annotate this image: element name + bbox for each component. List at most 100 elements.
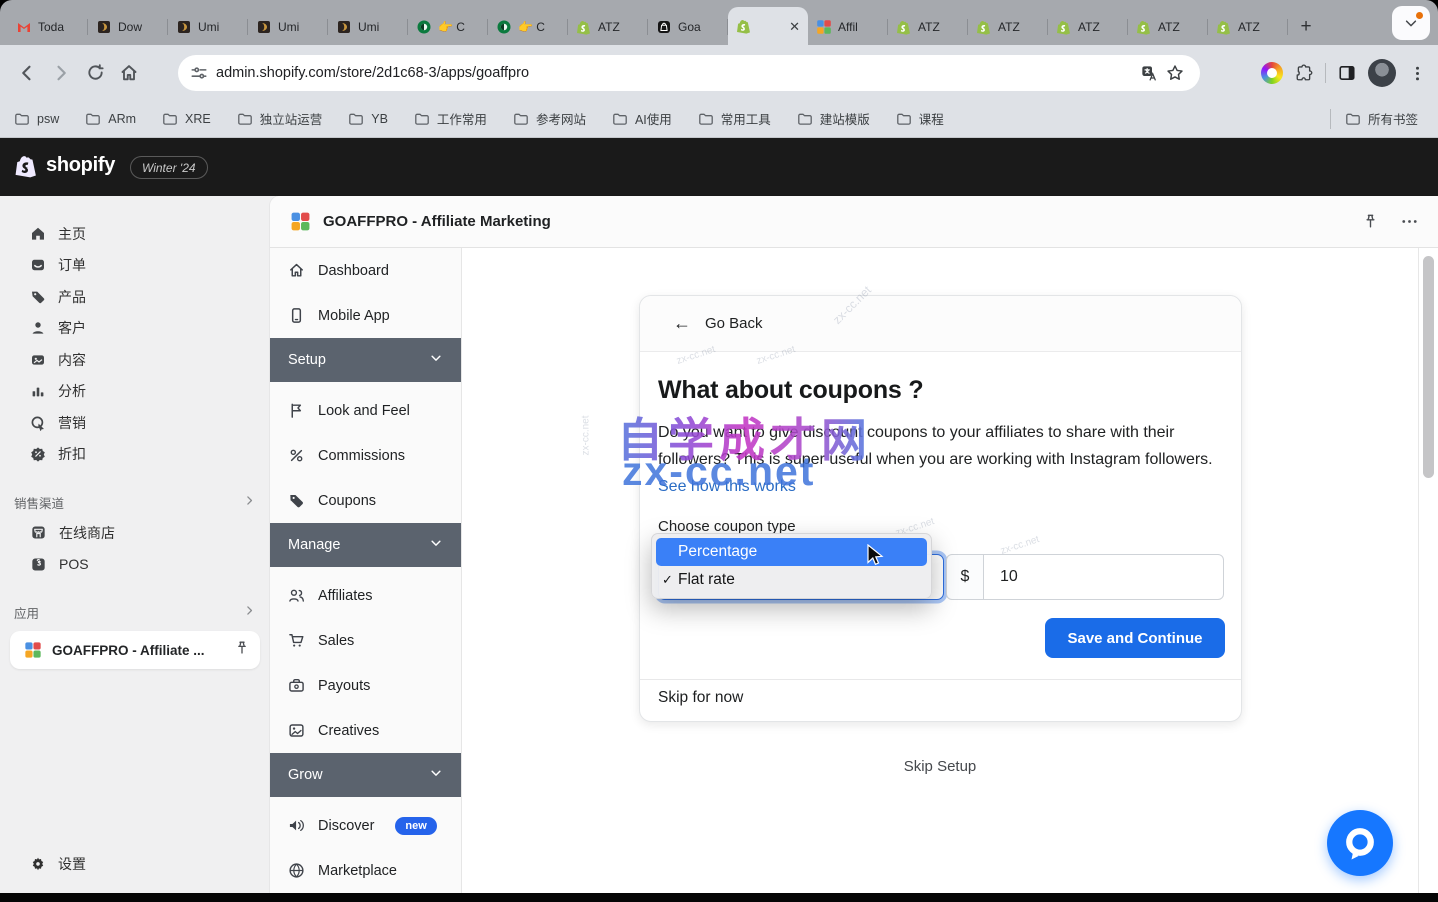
sidebar-item-折扣[interactable]: 折扣: [0, 439, 270, 471]
scrollbar-thumb[interactable]: [1423, 256, 1434, 478]
browser-tab[interactable]: Umi: [328, 9, 408, 45]
browser-menu-icon[interactable]: [1404, 60, 1430, 86]
app-nav-item-marketplace[interactable]: Marketplace: [270, 848, 461, 893]
apps-header[interactable]: 应用: [0, 597, 270, 627]
browser-tab[interactable]: ATZ: [1048, 9, 1128, 45]
app-nav-item-commissions[interactable]: Commissions: [270, 433, 461, 478]
new-badge: new: [395, 817, 436, 835]
black-bag-icon: [656, 19, 672, 35]
browser-tab[interactable]: ATZ: [568, 9, 648, 45]
sidebar-item-内容[interactable]: 内容: [0, 344, 270, 376]
app-nav-item-dashboard[interactable]: Dashboard: [270, 248, 461, 293]
sidebar-item-分析[interactable]: 分析: [0, 376, 270, 408]
scrollbar-track[interactable]: [1418, 248, 1438, 902]
skip-for-now-link[interactable]: Skip for now: [658, 689, 743, 707]
extensions-puzzle-icon[interactable]: [1291, 60, 1317, 86]
bookmark-folder[interactable]: AI使用: [612, 109, 672, 128]
app-nav-item-sales[interactable]: Sales: [270, 618, 461, 663]
bookmark-folder[interactable]: 独立站运营: [237, 109, 323, 128]
channel-item-在线商店[interactable]: 在线商店: [0, 517, 270, 549]
app-nav-section-manage[interactable]: Manage: [270, 523, 461, 567]
browser-tab[interactable]: 👉 C: [488, 9, 568, 45]
skip-setup-link[interactable]: Skip Setup: [462, 758, 1418, 775]
app-nav-item-look-and-feel[interactable]: Look and Feel: [270, 388, 461, 433]
reload-button[interactable]: [78, 56, 112, 90]
app-more-menu-icon[interactable]: [1401, 213, 1418, 230]
app-nav-section-setup[interactable]: Setup: [270, 338, 461, 382]
browser-tab[interactable]: ATZ: [1128, 9, 1208, 45]
browser-tab[interactable]: Affil: [808, 9, 888, 45]
all-bookmarks-button[interactable]: 所有书签: [1345, 109, 1418, 128]
translate-icon[interactable]: [1136, 60, 1162, 86]
shopify-sidebar: 主页订单产品客户内容分析营销折扣销售渠道在线商店POS 应用 GOAFFPRO - …: [0, 196, 270, 902]
tab-overflow-button[interactable]: [1392, 6, 1430, 40]
browser-tab[interactable]: ATZ: [1208, 9, 1288, 45]
save-and-continue-button[interactable]: Save and Continue: [1045, 618, 1225, 658]
bookmark-folder[interactable]: ARm: [85, 111, 136, 127]
bookmark-folder[interactable]: psw: [14, 111, 59, 127]
site-settings-icon[interactable]: [190, 64, 208, 82]
sidebar-item-营销[interactable]: 营销: [0, 407, 270, 439]
sidebar-item-订单[interactable]: 订单: [0, 250, 270, 282]
app-nav-item-coupons[interactable]: Coupons: [270, 478, 461, 523]
channel-item-POS[interactable]: POS: [0, 549, 270, 581]
see-how-link[interactable]: See how this works: [658, 478, 796, 495]
home-button[interactable]: [112, 56, 146, 90]
app-surface: GOAFFPRO - Affiliate Marketing Dashboard…: [270, 196, 1438, 902]
sidebar-item-settings[interactable]: 设置: [0, 848, 270, 880]
bookmark-folder[interactable]: XRE: [162, 111, 211, 127]
app-nav-section-grow[interactable]: Grow: [270, 753, 461, 797]
bookmark-folder[interactable]: 工作常用: [414, 109, 487, 128]
card-title: What about coupons ?: [658, 376, 923, 405]
bookmark-star-icon[interactable]: [1162, 60, 1188, 86]
extension-colorwheel-icon[interactable]: [1261, 62, 1283, 84]
dropdown-option-percentage[interactable]: Percentage: [656, 538, 927, 566]
go-back-button[interactable]: ← Go Back: [640, 296, 1241, 352]
bookmark-folder[interactable]: 建站模版: [797, 109, 870, 128]
browser-tab[interactable]: Dow: [88, 9, 168, 45]
side-panel-icon[interactable]: [1334, 60, 1360, 86]
discount-icon: [30, 446, 46, 462]
sidebar-item-客户[interactable]: 客户: [0, 313, 270, 345]
app-nav-item-creatives[interactable]: Creatives: [270, 708, 461, 753]
bookmark-folder[interactable]: 常用工具: [698, 109, 771, 128]
pin-icon[interactable]: [234, 640, 250, 661]
browser-tab[interactable]: Umi: [248, 9, 328, 45]
browser-tab[interactable]: 👉 C: [408, 9, 488, 45]
address-bar[interactable]: admin.shopify.com/store/2d1c68-3/apps/go…: [178, 55, 1200, 91]
app-nav-item-mobile-app[interactable]: Mobile App: [270, 293, 461, 338]
pin-app-icon[interactable]: [1362, 213, 1379, 230]
dark-app-icon: [336, 19, 352, 35]
shopify-logo[interactable]: shopify: [14, 153, 115, 178]
app-nav-item-payouts[interactable]: Payouts: [270, 663, 461, 708]
sidebar-item-goaffpro-active[interactable]: GOAFFPRO - Affiliate ...: [10, 631, 260, 669]
browser-toolbar: admin.shopify.com/store/2d1c68-3/apps/go…: [0, 45, 1438, 100]
browser-tab-active[interactable]: ✕: [728, 7, 808, 45]
new-tab-button[interactable]: +: [1292, 13, 1320, 41]
bookmark-folder[interactable]: 参考网站: [513, 109, 586, 128]
browser-tab[interactable]: Toda: [8, 9, 88, 45]
amount-input[interactable]: 10: [983, 554, 1224, 600]
dropdown-option-flat-rate[interactable]: ✓Flat rate: [656, 566, 927, 594]
app-nav-item-affiliates[interactable]: Affiliates: [270, 573, 461, 618]
sales-channels-header[interactable]: 销售渠道: [0, 487, 270, 517]
tab-close-button[interactable]: ✕: [789, 20, 800, 33]
release-badge[interactable]: Winter '24: [130, 156, 208, 179]
forward-button[interactable]: [44, 56, 78, 90]
bookmark-items: psw ARm XRE 独立站运营 YB 工作常用 参考网站 AI使用 常用工具 建站模版 课程: [14, 109, 970, 128]
chat-widget-button[interactable]: [1327, 810, 1393, 876]
url-text[interactable]: admin.shopify.com/store/2d1c68-3/apps/go…: [216, 65, 1136, 81]
sidebar-item-产品[interactable]: 产品: [0, 281, 270, 313]
chevron-right-icon: [243, 604, 256, 617]
bookmark-folder[interactable]: YB: [348, 111, 388, 127]
app-nav-item-discover[interactable]: Discover new: [270, 803, 461, 848]
bookmark-folder[interactable]: 课程: [896, 109, 944, 128]
sidebar-item-主页[interactable]: 主页: [0, 218, 270, 250]
browser-tab[interactable]: ATZ: [968, 9, 1048, 45]
app-nav-label: Discover: [318, 818, 374, 834]
browser-tab[interactable]: Umi: [168, 9, 248, 45]
back-button[interactable]: [10, 56, 44, 90]
browser-tab[interactable]: ATZ: [888, 9, 968, 45]
profile-avatar[interactable]: [1368, 59, 1396, 87]
browser-tab[interactable]: Goa: [648, 9, 728, 45]
